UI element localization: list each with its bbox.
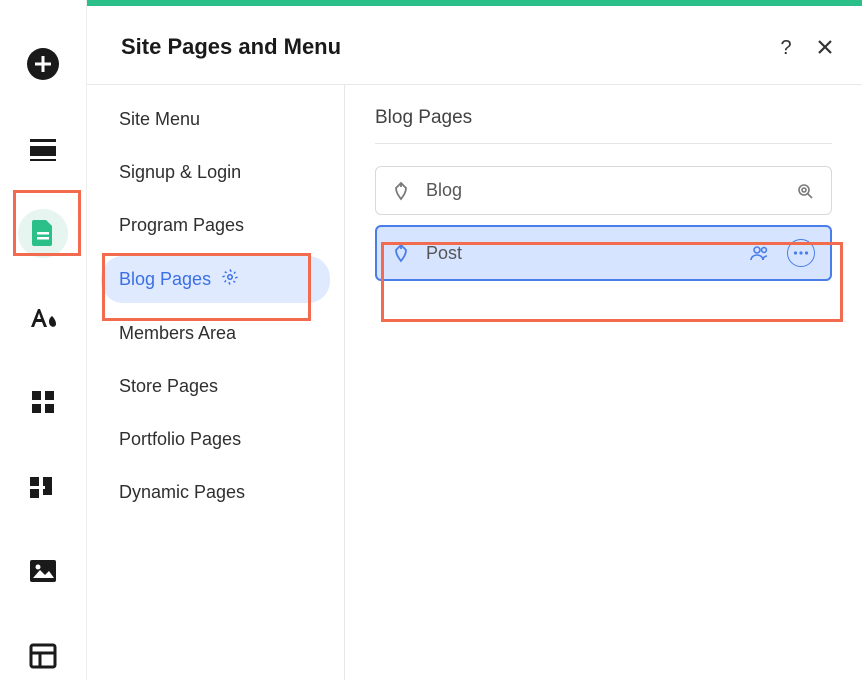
menu-item-label: Site Menu [119,109,200,130]
menu-item-signup-login[interactable]: Signup & Login [101,150,330,195]
page-item-label: Blog [426,180,779,201]
puzzle-icon [28,474,58,500]
menu-item-label: Program Pages [119,215,244,236]
menu-item-label: Members Area [119,323,236,344]
image-icon [28,558,58,584]
plus-circle-icon [26,47,60,81]
page-item-blog[interactable]: Blog [375,166,832,215]
menu-list: Site Menu Signup & Login Program Pages B… [87,85,345,680]
help-button[interactable]: ? [776,37,796,57]
addons-button[interactable] [18,463,68,512]
menu-item-label: Store Pages [119,376,218,397]
grid-icon [30,389,56,415]
menu-item-label: Dynamic Pages [119,482,245,503]
tutorial-highlight-sidebar [13,190,81,256]
svg-text:?: ? [780,37,791,57]
question-icon: ? [776,37,796,57]
content-area: Blog Pages Blog [345,85,862,680]
data-button[interactable] [18,632,68,680]
menu-item-store-pages[interactable]: Store Pages [101,364,330,409]
panel-body: Site Menu Signup & Login Program Pages B… [87,85,862,680]
panel-title: Site Pages and Menu [121,34,756,60]
design-button[interactable] [18,294,68,343]
menu-item-label: Portfolio Pages [119,429,241,450]
menu-item-dynamic-pages[interactable]: Dynamic Pages [101,470,330,515]
panel-header: Site Pages and Menu ? [87,6,862,85]
pen-icon [392,181,410,201]
tutorial-highlight-page [381,242,843,322]
section-title: Blog Pages [375,107,832,144]
add-button[interactable] [18,40,68,89]
sections-button[interactable] [18,125,68,174]
apps-button[interactable] [18,378,68,427]
menu-item-label: Signup & Login [119,162,241,183]
icon-sidebar [0,0,87,680]
menu-item-site-menu[interactable]: Site Menu [101,97,330,142]
tutorial-highlight-menu [102,253,311,321]
menu-item-program-pages[interactable]: Program Pages [101,203,330,248]
close-icon [816,38,834,56]
table-icon [29,643,57,669]
media-button[interactable] [18,547,68,596]
menu-item-portfolio-pages[interactable]: Portfolio Pages [101,417,330,462]
close-button[interactable] [816,38,834,56]
rows-icon [29,137,57,161]
pages-panel: Site Pages and Menu ? Site Menu Signup &… [87,0,862,680]
settings-action[interactable] [795,181,815,201]
font-drop-icon [28,305,58,331]
